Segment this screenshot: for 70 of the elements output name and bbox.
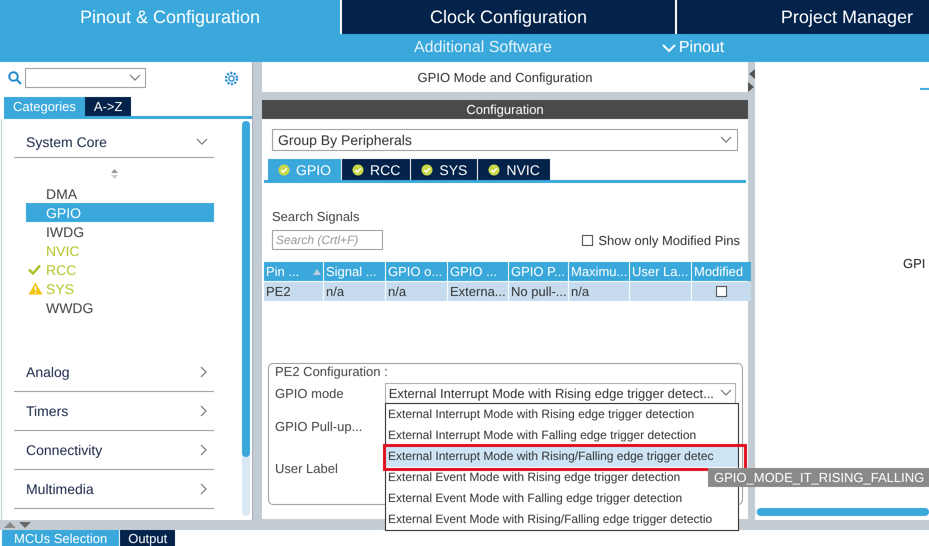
- checkmark-icon: [28, 264, 41, 275]
- peripheral-item[interactable]: IWDG: [26, 222, 214, 241]
- check-circle-icon: [488, 164, 500, 176]
- pin-label: GPI: [903, 256, 926, 271]
- chevron-down-icon: [129, 74, 141, 82]
- sort-ascending-icon: [313, 268, 321, 274]
- tooltip: GPIO_MODE_IT_RISING_FALLING: [708, 468, 929, 487]
- category-header[interactable]: Analog: [14, 353, 214, 392]
- sort-icon: [110, 168, 118, 180]
- scrollbar-thumb[interactable]: [757, 508, 929, 516]
- category-tab[interactable]: A->Z: [84, 97, 132, 116]
- peripheral-tab[interactable]: NVIC: [478, 159, 551, 180]
- pin-mark: [920, 88, 929, 90]
- dropdown-value: Group By Peripherals: [278, 132, 412, 148]
- chevron-down-icon: [662, 44, 676, 52]
- peripheral-tab[interactable]: RCC: [342, 159, 412, 180]
- category-label: Analog: [26, 364, 70, 380]
- category-header[interactable]: Multimedia: [14, 470, 214, 509]
- dropdown-value: External Interrupt Mode with Rising edge trigger detect...: [388, 386, 714, 400]
- table-cell: PE2: [264, 282, 323, 301]
- search-combo-field[interactable]: [25, 68, 146, 88]
- category-header[interactable]: Connectivity: [14, 431, 214, 470]
- collapse-arrows-icon: [748, 68, 755, 94]
- group-by-dropdown[interactable]: Group By Peripherals: [272, 129, 738, 151]
- chevron-right-icon: [200, 366, 208, 378]
- expand-collapse-icon: [2, 521, 34, 529]
- dropdown-option[interactable]: External Interrupt Mode with Rising edge trigger detection: [386, 404, 738, 425]
- category-header[interactable]: System Core: [14, 127, 214, 158]
- warning-icon: [28, 282, 43, 295]
- check-circle-icon: [352, 164, 364, 176]
- main-tab[interactable]: Clock Configuration: [340, 0, 675, 34]
- check-circle-icon: [421, 164, 434, 176]
- chevron-right-icon: [200, 444, 208, 456]
- peripheral-item[interactable]: DMA: [26, 184, 214, 203]
- chevron-down-icon: [196, 138, 208, 146]
- section-header: Configuration: [262, 100, 748, 119]
- table-cell: Externa...: [448, 282, 508, 301]
- scrollbar-thumb[interactable]: [242, 121, 250, 457]
- dropdown-option[interactable]: External Interrupt Mode with Falling edge trigger detection: [386, 425, 738, 446]
- search-field[interactable]: Search (Crtl+F): [272, 230, 383, 250]
- dropdown-option[interactable]: External Event Mode with Falling edge trigger detection: [386, 488, 738, 509]
- panel-title: GPIO Mode and Configuration: [262, 62, 748, 92]
- table-cell: n/a: [324, 282, 385, 301]
- field-label: User Label: [275, 460, 339, 476]
- dropdown-option[interactable]: External Event Mode with Rising/Falling edge trigger detectio: [386, 509, 738, 530]
- bottom-tab[interactable]: Output: [120, 530, 176, 546]
- search-label: Search Signals: [272, 209, 360, 224]
- peripheral-item[interactable]: WWDG: [26, 298, 214, 317]
- peripheral-tab[interactable]: SYS: [411, 159, 478, 180]
- check-circle-icon: [278, 164, 290, 176]
- table-cell: n/a: [569, 282, 629, 301]
- show-modified-checkbox[interactable]: Show only Modified Pins: [582, 232, 740, 248]
- category-label: Multimedia: [26, 481, 94, 497]
- chevron-right-icon: [200, 405, 208, 417]
- settings-icon: [223, 70, 240, 86]
- table-cell: n/a: [386, 282, 447, 301]
- modified-checkbox[interactable]: [716, 286, 727, 297]
- category-header[interactable]: Timers: [14, 392, 214, 431]
- main-tab[interactable]: Project Manager: [675, 0, 929, 34]
- field-label: GPIO mode: [275, 386, 345, 400]
- dropdown-option[interactable]: External Interrupt Mode with Rising/Falling edge trigger detec: [386, 446, 738, 467]
- chevron-down-icon: [720, 136, 732, 144]
- chevron-right-icon: [200, 483, 208, 495]
- category-label: Timers: [26, 403, 68, 419]
- table-cell: No pull-...: [509, 282, 568, 301]
- search-icon: [8, 71, 22, 85]
- field-label: GPIO Pull-up...: [275, 418, 364, 434]
- category-label: System Core: [26, 134, 107, 150]
- chevron-down-icon: [720, 389, 732, 397]
- category-label: Connectivity: [26, 442, 102, 458]
